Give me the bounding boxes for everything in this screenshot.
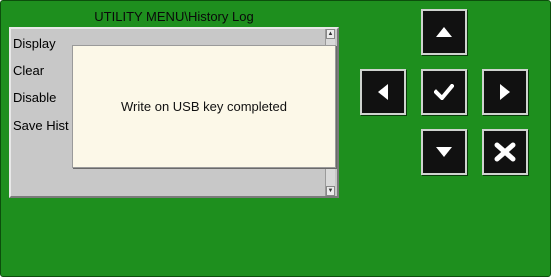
scroll-down-icon[interactable]: ▼ xyxy=(326,186,335,196)
right-button[interactable] xyxy=(482,69,528,115)
up-button[interactable] xyxy=(421,9,467,55)
arrow-up-icon xyxy=(436,27,452,37)
scroll-up-icon[interactable]: ▲ xyxy=(326,29,335,39)
cancel-x-icon xyxy=(494,142,516,162)
arrow-left-icon xyxy=(378,84,388,100)
confirm-button[interactable] xyxy=(421,69,467,115)
menu-item-clear[interactable]: Clear xyxy=(13,62,73,80)
left-button[interactable] xyxy=(360,69,406,115)
menu-item-save-history[interactable]: Save Hist xyxy=(13,117,73,135)
window-title: UTILITY MENU\History Log xyxy=(94,9,254,24)
menu-item-disable[interactable]: Disable xyxy=(13,89,73,107)
dialog-message: Write on USB key completed xyxy=(121,99,287,114)
arrow-down-icon xyxy=(436,147,452,157)
cancel-button[interactable] xyxy=(482,129,528,175)
device-screen: UTILITY MENU\History Log Display Clear D… xyxy=(0,0,551,277)
down-button[interactable] xyxy=(421,129,467,175)
message-dialog: Write on USB key completed xyxy=(72,45,336,168)
menu-item-display[interactable]: Display xyxy=(13,35,73,53)
arrow-right-icon xyxy=(500,84,510,100)
checkmark-icon xyxy=(434,84,454,100)
